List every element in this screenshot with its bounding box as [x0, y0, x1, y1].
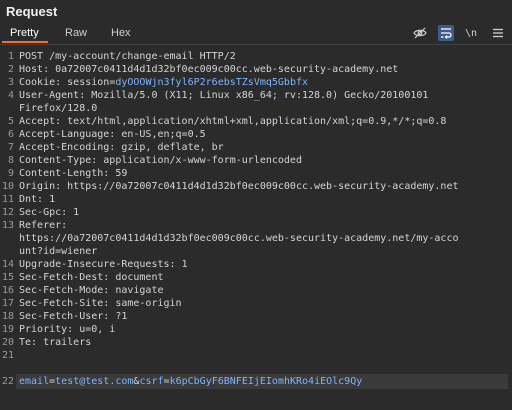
wrap-lines-icon[interactable]: [438, 25, 454, 41]
text-token: Cookie: session: [19, 77, 110, 88]
line-number: 21: [1, 350, 14, 361]
request-line[interactable]: Referer:: [19, 219, 509, 232]
text-token: Te: trailers: [19, 337, 92, 348]
request-line[interactable]: Sec-Fetch-User: ?1: [19, 310, 509, 323]
panel-title: Request: [6, 4, 58, 19]
request-line[interactable]: https://0a72007c0411d4d1d32bf0ec009c00cc…: [19, 232, 509, 245]
text-token: Firefox/128.0: [19, 103, 98, 114]
menu-icon[interactable]: [490, 25, 506, 41]
line-number: 12: [1, 207, 14, 218]
request-line[interactable]: [19, 362, 509, 375]
request-line[interactable]: Accept: text/html,application/xhtml+xml,…: [19, 115, 509, 128]
line-number: 8: [7, 155, 14, 166]
text-token: Content-Length: 59: [19, 168, 128, 179]
param-token: k6pCbGyF6BNFEIjEIomhKRo4iEOlc9Qy: [169, 376, 363, 387]
request-line[interactable]: Sec-Fetch-Site: same-origin: [19, 297, 509, 310]
line-number: 11: [1, 194, 14, 205]
request-line[interactable]: Firefox/128.0: [19, 102, 509, 115]
request-line[interactable]: Te: trailers: [19, 336, 509, 349]
request-line[interactable]: Host: 0a72007c0411d4d1d32bf0ec009c00cc.w…: [19, 63, 509, 76]
request-line[interactable]: Priority: u=0, i: [19, 323, 509, 336]
request-line[interactable]: Sec-Fetch-Dest: document: [19, 271, 509, 284]
text-token: Accept-Encoding: gzip, deflate, br: [19, 142, 224, 153]
line-number: 22: [1, 376, 14, 387]
text-token: User-Agent: Mozilla/5.0 (X11; Linux x86_…: [19, 90, 429, 101]
editor-scrollbar[interactable]: [508, 45, 512, 410]
line-number-gutter: 1 2 3 4 5 6 7 8 9 10 11 12 13 14 15 16 17 18 19 20 21 22: [0, 45, 16, 410]
active-tab-indicator: [2, 41, 48, 43]
tab-pretty[interactable]: Pretty: [10, 27, 39, 39]
line-number: 15: [1, 272, 14, 283]
param-token: test@test.com: [55, 376, 134, 387]
tab-hex[interactable]: Hex: [111, 27, 131, 39]
text-token: Referer:: [19, 220, 68, 231]
request-line[interactable]: Sec-Gpc: 1: [19, 206, 509, 219]
line-number: 3: [7, 77, 14, 88]
line-number: 20: [1, 337, 14, 348]
text-token: Host: 0a72007c0411d4d1d32bf0ec009c00cc.w…: [19, 64, 399, 75]
text-token: Accept-Language: en-US,en;q=0.5: [19, 129, 206, 140]
request-line[interactable]: Content-Length: 59: [19, 167, 509, 180]
line-number: 6: [7, 129, 14, 140]
newline-icon[interactable]: \n: [462, 25, 480, 41]
text-token: Dnt: 1: [19, 194, 56, 205]
text-token: https://0a72007c0411d4d1d32bf0ec009c00cc…: [19, 233, 459, 244]
text-token: Sec-Fetch-Dest: document: [19, 272, 164, 283]
request-line[interactable]: Sec-Fetch-Mode: navigate: [19, 284, 509, 297]
line-number: 14: [1, 259, 14, 270]
request-line[interactable]: Accept-Language: en-US,en;q=0.5: [19, 128, 509, 141]
line-number: 17: [1, 298, 14, 309]
panel-header: Request: [0, 0, 512, 24]
text-token: Sec-Fetch-User: ?1: [19, 311, 128, 322]
line-number: 10: [1, 181, 14, 192]
request-line[interactable]: Dnt: 1: [19, 193, 509, 206]
text-token: unt?id=wiener: [19, 246, 98, 257]
request-line[interactable]: Upgrade-Insecure-Requests: 1: [19, 258, 509, 271]
text-token: Accept: text/html,application/xhtml+xml,…: [19, 116, 447, 127]
param-token: email: [19, 376, 50, 387]
text-token: POST /my-account/change-email HTTP/2: [19, 51, 236, 62]
eye-off-icon[interactable]: [412, 25, 428, 41]
line-number: 19: [1, 324, 14, 335]
line-number: 1: [7, 51, 14, 62]
request-line[interactable]: Accept-Encoding: gzip, deflate, br: [19, 141, 509, 154]
line-number: 5: [7, 116, 14, 127]
line-number: 18: [1, 311, 14, 322]
line-number: 7: [7, 142, 14, 153]
text-token: Priority: u=0, i: [19, 324, 116, 335]
line-number: 9: [7, 168, 14, 179]
request-line[interactable]: Content-Type: application/x-www-form-url…: [19, 154, 509, 167]
request-line[interactable]: email=test@test.com&csrf=k6pCbGyF6BNFEIj…: [19, 375, 509, 388]
request-line[interactable]: [19, 349, 509, 362]
request-line[interactable]: POST /my-account/change-email HTTP/2: [19, 50, 509, 63]
param-token: dyOOOWjn3fyl6P2r6ebsTZsVmq5Gbbfx: [115, 77, 308, 88]
text-token: Upgrade-Insecure-Requests: 1: [19, 259, 188, 270]
text-token: Sec-Gpc: 1: [19, 207, 80, 218]
text-token: Sec-Fetch-Mode: navigate: [19, 285, 164, 296]
request-line[interactable]: Cookie: session=dyOOOWjn3fyl6P2r6ebsTZsV…: [19, 76, 509, 89]
text-token: Content-Type: application/x-www-form-url…: [19, 155, 302, 166]
line-number: 16: [1, 285, 14, 296]
request-editor[interactable]: 1 2 3 4 5 6 7 8 9 10 11 12 13 14 15 16 17 18 19 20 21 22 POST…: [0, 45, 512, 410]
text-token: Sec-Fetch-Site: same-origin: [19, 298, 182, 309]
request-line[interactable]: User-Agent: Mozilla/5.0 (X11; Linux x86_…: [19, 89, 509, 102]
line-number: 2: [7, 64, 14, 75]
request-line[interactable]: unt?id=wiener: [19, 245, 509, 258]
request-line[interactable]: Origin: https://0a72007c0411d4d1d32bf0ec…: [19, 180, 509, 193]
request-panel: Request Pretty Raw Hex \n 1234567 8 9 10…: [0, 0, 512, 410]
tab-bar: Pretty Raw Hex: [0, 24, 512, 45]
param-token: csrf: [139, 376, 164, 387]
line-number: 4: [7, 90, 14, 101]
tab-raw[interactable]: Raw: [65, 27, 87, 39]
text-token: Origin: https://0a72007c0411d4d1d32bf0ec…: [19, 181, 459, 192]
line-number: 13: [1, 220, 14, 231]
